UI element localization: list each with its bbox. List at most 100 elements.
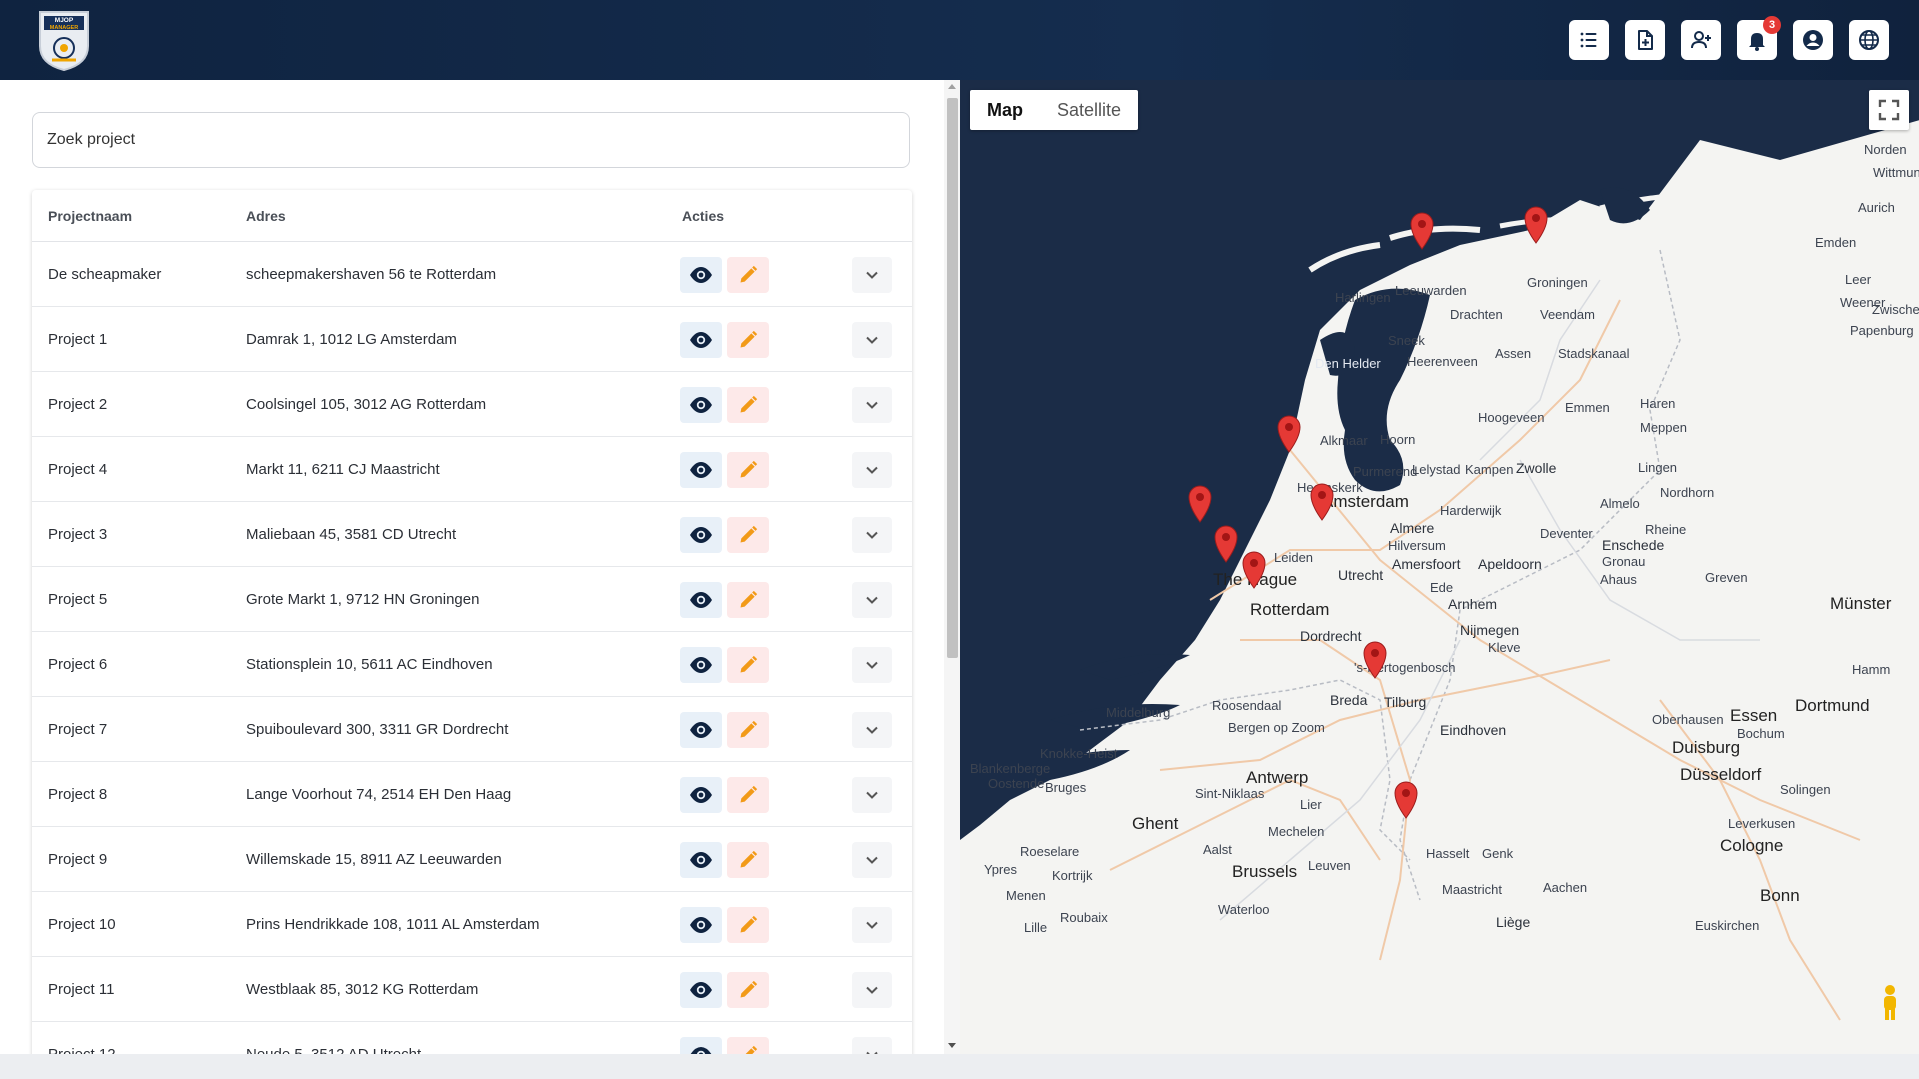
- view-project-button[interactable]: [680, 387, 722, 423]
- view-project-button[interactable]: [680, 257, 722, 293]
- column-header-name[interactable]: Projectnaam: [48, 208, 132, 224]
- map-label-ahaus: Ahaus: [1600, 572, 1637, 587]
- marker-rotterdam[interactable]: [1211, 523, 1241, 563]
- marker-the-hague[interactable]: [1185, 483, 1215, 523]
- edit-project-button[interactable]: [727, 972, 769, 1008]
- table-row[interactable]: Project 12 Neude 5, 3512 AD Utrecht: [32, 1022, 912, 1054]
- table-row[interactable]: Project 1 Damrak 1, 1012 LG Amsterdam: [32, 307, 912, 372]
- edit-project-button[interactable]: [727, 452, 769, 488]
- map-label-breda: Breda: [1330, 692, 1368, 708]
- table-row[interactable]: Project 9 Willemskade 15, 8911 AZ Leeuwa…: [32, 827, 912, 892]
- map-label-sint-niklaas: Sint-Niklaas: [1195, 786, 1265, 801]
- table-row[interactable]: Project 4 Markt 11, 6211 CJ Maastricht: [32, 437, 912, 502]
- project-name-cell: Project 8: [48, 786, 108, 803]
- expand-row-button[interactable]: [852, 387, 892, 423]
- table-row[interactable]: Project 5 Grote Markt 1, 9712 HN Groning…: [32, 567, 912, 632]
- map-type-map-button[interactable]: Map: [970, 90, 1040, 130]
- project-address-cell: Grote Markt 1, 9712 HN Groningen: [246, 591, 480, 608]
- expand-row-button[interactable]: [852, 972, 892, 1008]
- view-project-button[interactable]: [680, 647, 722, 683]
- map-label-aachen: Aachen: [1543, 880, 1588, 895]
- projects-map[interactable]: Norden Wittmund Aurich Emden Leer Weener…: [960, 80, 1919, 1054]
- marker-amsterdam[interactable]: [1274, 413, 1304, 453]
- list-scrollbar[interactable]: [944, 80, 960, 1054]
- chevron-down-icon: [866, 726, 878, 734]
- expand-row-button[interactable]: [852, 777, 892, 813]
- scroll-down-arrow[interactable]: [948, 1043, 956, 1048]
- scroll-up-arrow[interactable]: [948, 84, 956, 89]
- table-row[interactable]: De scheapmaker scheepmakershaven 56 te R…: [32, 242, 912, 307]
- map-label-hoogeveen: Hoogeveen: [1478, 410, 1545, 425]
- table-row[interactable]: Project 2 Coolsingel 105, 3012 AG Rotter…: [32, 372, 912, 437]
- map-label-lier: Lier: [1300, 797, 1322, 812]
- marker-eindhoven[interactable]: [1360, 639, 1390, 679]
- view-project-button[interactable]: [680, 582, 722, 618]
- marker-dordrecht[interactable]: [1239, 549, 1269, 589]
- table-row[interactable]: Project 3 Maliebaan 45, 3581 CD Utrecht: [32, 502, 912, 567]
- edit-project-button[interactable]: [727, 517, 769, 553]
- view-project-button[interactable]: [680, 712, 722, 748]
- project-address-cell: Neude 5, 3512 AD Utrecht: [246, 1046, 421, 1054]
- expand-row-button[interactable]: [852, 257, 892, 293]
- table-row[interactable]: Project 6 Stationsplein 10, 5611 AC Eind…: [32, 632, 912, 697]
- map-pin-icon: [1214, 525, 1238, 563]
- account-button[interactable]: [1793, 20, 1833, 60]
- expand-row-button[interactable]: [852, 647, 892, 683]
- edit-project-button[interactable]: [727, 712, 769, 748]
- edit-project-button[interactable]: [727, 907, 769, 943]
- view-project-button[interactable]: [680, 842, 722, 878]
- expand-row-button[interactable]: [852, 712, 892, 748]
- edit-project-button[interactable]: [727, 777, 769, 813]
- marker-maastricht[interactable]: [1391, 779, 1421, 819]
- expand-row-button[interactable]: [852, 582, 892, 618]
- edit-project-button[interactable]: [727, 647, 769, 683]
- list-button[interactable]: [1569, 20, 1609, 60]
- view-project-button[interactable]: [680, 1037, 722, 1054]
- search-input[interactable]: [32, 112, 910, 168]
- map-label-ede: Ede: [1430, 580, 1454, 595]
- table-row[interactable]: Project 8 Lange Voorhout 74, 2514 EH Den…: [32, 762, 912, 827]
- expand-row-button[interactable]: [852, 907, 892, 943]
- table-row[interactable]: Project 11 Westblaak 85, 3012 KG Rotterd…: [32, 957, 912, 1022]
- expand-row-button[interactable]: [852, 1037, 892, 1054]
- language-button[interactable]: [1849, 20, 1889, 60]
- add-user-button[interactable]: [1681, 20, 1721, 60]
- map-label-assen: Assen: [1495, 346, 1532, 361]
- expand-row-button[interactable]: [852, 322, 892, 358]
- map-label-rotterdam: Rotterdam: [1250, 600, 1330, 619]
- view-project-button[interactable]: [680, 517, 722, 553]
- view-project-button[interactable]: [680, 322, 722, 358]
- notifications-button[interactable]: 3: [1737, 16, 1781, 60]
- edit-project-button[interactable]: [727, 582, 769, 618]
- map-type-satellite-button[interactable]: Satellite: [1040, 90, 1138, 130]
- edit-project-button[interactable]: [727, 1037, 769, 1054]
- table-row[interactable]: Project 10 Prins Hendrikkade 108, 1011 A…: [32, 892, 912, 957]
- column-header-address[interactable]: Adres: [246, 208, 286, 224]
- fullscreen-button[interactable]: [1869, 90, 1909, 130]
- expand-row-button[interactable]: [852, 517, 892, 553]
- view-project-button[interactable]: [680, 972, 722, 1008]
- eye-icon: [690, 592, 712, 608]
- table-row[interactable]: Project 7 Spuiboulevard 300, 3311 GR Dor…: [32, 697, 912, 762]
- marker-groningen[interactable]: [1521, 204, 1551, 244]
- expand-row-button[interactable]: [852, 842, 892, 878]
- svg-text:MJOP: MJOP: [55, 17, 74, 24]
- view-project-button[interactable]: [680, 777, 722, 813]
- edit-project-button[interactable]: [727, 257, 769, 293]
- view-project-button[interactable]: [680, 907, 722, 943]
- project-list-panel: Projectnaam Adres Acties De scheapmaker …: [0, 80, 960, 1054]
- new-document-button[interactable]: [1625, 20, 1665, 60]
- edit-project-button[interactable]: [727, 842, 769, 878]
- edit-project-button[interactable]: [727, 322, 769, 358]
- edit-project-button[interactable]: [727, 387, 769, 423]
- eye-icon: [690, 462, 712, 478]
- street-view-pegman[interactable]: [1875, 982, 1905, 1022]
- app-logo[interactable]: MJOP MANAGER: [36, 8, 92, 72]
- marker-leeuwarden[interactable]: [1407, 210, 1437, 250]
- view-project-button[interactable]: [680, 452, 722, 488]
- map-label-almere: Almere: [1390, 520, 1435, 536]
- expand-row-button[interactable]: [852, 452, 892, 488]
- map-label-hasselt: Hasselt: [1426, 846, 1470, 861]
- marker-utrecht[interactable]: [1307, 481, 1337, 521]
- scroll-thumb[interactable]: [947, 98, 958, 658]
